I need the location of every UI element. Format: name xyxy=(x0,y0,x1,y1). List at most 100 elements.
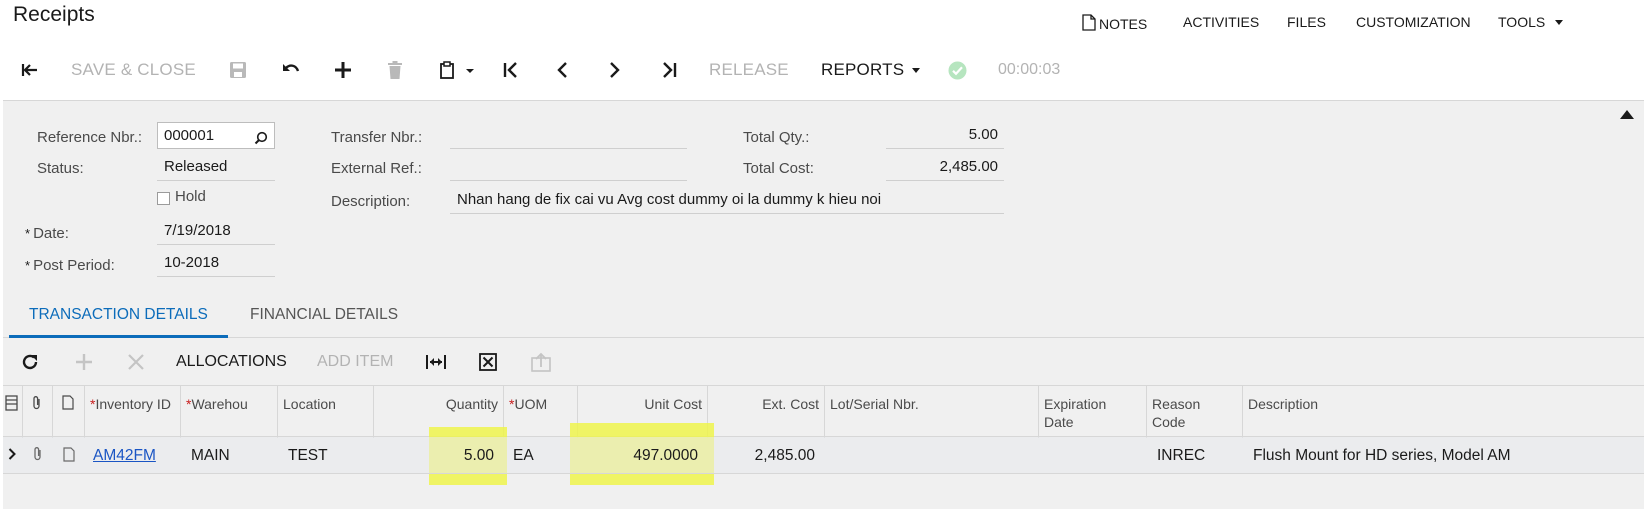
column-header-ext-cost[interactable]: Ext. Cost xyxy=(708,386,825,438)
main-toolbar: SAVE & CLOSE RELEASE REPORTS 00:00:03 xyxy=(0,52,1644,88)
grid-header: *Inventory ID *Warehou Location Quantity… xyxy=(3,385,1644,438)
column-header-lot-serial[interactable]: Lot/Serial Nbr. xyxy=(825,386,1039,438)
document-icon xyxy=(62,395,74,413)
hold-checkbox[interactable] xyxy=(157,192,170,205)
post-period-label-text: Post Period: xyxy=(33,257,115,274)
table-row[interactable]: AM42FM MAIN TEST 5.00 EA 497.0000 2,485.… xyxy=(3,437,1644,474)
top-menu: NOTES ACTIVITIES FILES CUSTOMIZATION TOO… xyxy=(0,14,1644,36)
cell-unit-cost[interactable]: 497.0000 xyxy=(578,437,708,474)
reports-label: REPORTS xyxy=(821,60,905,79)
total-cost-value: 2,485.00 xyxy=(886,155,1004,181)
allocations-button[interactable]: ALLOCATIONS xyxy=(176,339,287,385)
save-icon[interactable] xyxy=(229,52,247,88)
status-ok-icon xyxy=(948,52,967,88)
cell-location[interactable]: TEST xyxy=(278,437,374,474)
inventory-id-link[interactable]: AM42FM xyxy=(93,447,156,464)
add-icon[interactable] xyxy=(334,52,352,88)
next-record-icon[interactable] xyxy=(608,52,622,88)
post-period-label: * Post Period: xyxy=(25,257,115,274)
status-label: Status: xyxy=(37,160,84,177)
chevron-down-icon xyxy=(912,67,921,73)
cell-uom[interactable]: EA xyxy=(504,437,578,474)
column-header-inventory-id[interactable]: *Inventory ID xyxy=(85,386,181,438)
search-icon[interactable] xyxy=(254,128,268,153)
transfer-nbr-field[interactable] xyxy=(450,123,687,149)
files-button[interactable]: FILES xyxy=(1287,14,1326,30)
inventory-id-header-label: Inventory ID xyxy=(95,396,171,412)
previous-record-icon[interactable] xyxy=(555,52,569,88)
description-field[interactable]: Nhan hang de fix cai vu Avg cost dummy o… xyxy=(450,188,1004,214)
cell-reason-code[interactable]: INREC xyxy=(1147,437,1243,474)
cell-warehouse[interactable]: MAIN xyxy=(181,437,278,474)
hold-label: Hold xyxy=(175,188,206,205)
external-ref-label: External Ref.: xyxy=(331,160,422,177)
post-period-field[interactable]: 10-2018 xyxy=(157,251,275,277)
undo-icon[interactable] xyxy=(281,52,301,88)
cell-expiration-date[interactable] xyxy=(1039,437,1147,474)
total-qty-value: 5.00 xyxy=(886,123,1004,149)
cell-description[interactable]: Flush Mount for HD series, Model AM xyxy=(1243,437,1644,474)
delete-row-icon[interactable] xyxy=(127,339,145,385)
collapse-up-icon[interactable] xyxy=(1620,110,1634,119)
activities-button[interactable]: ACTIVITIES xyxy=(1183,14,1259,30)
tab-bar: TRANSACTION DETAILS FINANCIAL DETAILS xyxy=(3,296,1644,338)
date-label: * Date: xyxy=(25,225,69,242)
row-selector-header[interactable] xyxy=(3,386,23,438)
tools-button[interactable]: TOOLS xyxy=(1498,14,1564,30)
add-row-icon[interactable] xyxy=(75,339,93,385)
copy-paste-icon[interactable] xyxy=(440,52,474,88)
required-marker: * xyxy=(25,226,31,241)
release-button[interactable]: RELEASE xyxy=(709,52,789,88)
cell-quantity[interactable]: 5.00 xyxy=(374,437,504,474)
last-record-icon[interactable] xyxy=(660,52,678,88)
reference-nbr-input[interactable]: 000001 xyxy=(157,122,275,149)
tab-financial-details[interactable]: FINANCIAL DETAILS xyxy=(250,296,398,338)
row-note-icon[interactable] xyxy=(53,437,85,474)
column-header-uom[interactable]: *UOM xyxy=(504,386,578,438)
notes-label: NOTES xyxy=(1099,16,1148,32)
status-value: Released xyxy=(157,155,275,181)
elapsed-timer: 00:00:03 xyxy=(998,61,1061,78)
back-icon[interactable] xyxy=(20,52,40,88)
cell-inventory-id[interactable]: AM42FM xyxy=(85,437,181,474)
add-item-button[interactable]: ADD ITEM xyxy=(317,339,393,385)
date-label-text: Date: xyxy=(33,225,69,242)
grid-toolbar: ALLOCATIONS ADD ITEM xyxy=(3,339,1644,385)
customization-button[interactable]: CUSTOMIZATION xyxy=(1356,14,1471,30)
column-header-reason-code[interactable]: Reason Code xyxy=(1147,386,1243,438)
tools-label: TOOLS xyxy=(1498,14,1546,30)
external-ref-field[interactable] xyxy=(450,155,687,181)
column-header-warehouse[interactable]: *Warehou xyxy=(181,386,278,438)
document-icon xyxy=(1082,14,1096,34)
paperclip-icon xyxy=(31,396,43,414)
uom-header-label: UOM xyxy=(514,396,548,412)
row-expand-icon[interactable] xyxy=(3,437,23,474)
export-excel-icon[interactable] xyxy=(479,339,497,385)
column-header-description[interactable]: Description xyxy=(1243,386,1644,438)
row-attachment-icon[interactable] xyxy=(23,437,53,474)
notes-button[interactable]: NOTES xyxy=(1082,14,1147,34)
fit-columns-icon[interactable] xyxy=(426,339,446,385)
total-qty-label: Total Qty.: xyxy=(743,129,810,146)
refresh-icon[interactable] xyxy=(21,339,39,385)
chevron-down-icon xyxy=(1555,20,1564,25)
delete-icon[interactable] xyxy=(387,52,403,88)
column-header-location[interactable]: Location xyxy=(278,386,374,438)
note-header[interactable] xyxy=(53,386,85,438)
cell-lot-serial[interactable] xyxy=(825,437,1039,474)
transfer-nbr-label: Transfer Nbr.: xyxy=(331,129,423,146)
row-layout-icon xyxy=(5,395,18,414)
cell-ext-cost[interactable]: 2,485.00 xyxy=(708,437,825,474)
warehouse-header-label: Warehou xyxy=(191,396,248,412)
first-record-icon[interactable] xyxy=(502,52,520,88)
attachment-header[interactable] xyxy=(23,386,53,438)
reports-button[interactable]: REPORTS xyxy=(821,52,921,88)
save-close-button[interactable]: SAVE & CLOSE xyxy=(71,52,196,88)
total-cost-label: Total Cost: xyxy=(743,160,814,177)
upload-icon[interactable] xyxy=(530,339,552,385)
required-marker: * xyxy=(25,258,31,273)
tab-transaction-details[interactable]: TRANSACTION DETAILS xyxy=(9,296,228,338)
date-field[interactable]: 7/19/2018 xyxy=(157,219,275,245)
column-header-expiration-date[interactable]: Expiration Date xyxy=(1039,386,1147,438)
reference-nbr-label: Reference Nbr.: xyxy=(37,129,143,146)
